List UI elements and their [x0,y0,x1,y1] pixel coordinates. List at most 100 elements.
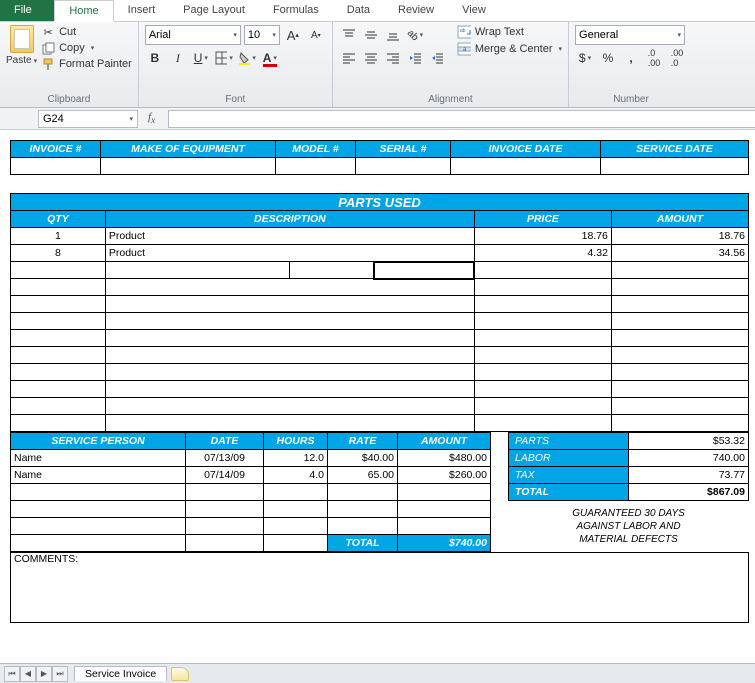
align-right-button[interactable] [383,48,403,68]
font-size-select[interactable]: 10▾ [244,25,280,45]
col-date: DATE [186,433,264,450]
new-sheet-button[interactable] [171,667,189,681]
tab-file[interactable]: File ▾ [0,0,54,21]
comma-format-button[interactable]: , [621,48,641,68]
paste-button[interactable]: Paste▾ [6,55,37,66]
orientation-button[interactable]: ab▾ [405,25,425,45]
borders-button[interactable]: ▾ [214,48,234,68]
active-cell[interactable] [374,262,474,279]
formula-input[interactable] [168,110,755,128]
group-label-clipboard: Clipboard [6,93,132,106]
prev-sheet-button[interactable]: ◀ [20,666,36,682]
group-font: Arial▾ 10▾ A▴ A▾ B I U▾ ▾ ▾ A▾ Font [139,22,333,107]
table-row[interactable] [11,296,749,313]
merge-center-button[interactable]: a Merge & Center▾ [457,42,562,56]
align-bottom-button[interactable] [383,25,403,45]
group-alignment: ab▾ ab Wrap Text a Merge & Center▾ [333,22,569,107]
tab-review[interactable]: Review [384,0,448,21]
number-format-select[interactable]: General▾ [575,25,685,45]
invoice-data-row[interactable] [11,158,749,175]
tab-formulas[interactable]: Formulas [259,0,333,21]
font-color-button[interactable]: A▾ [260,48,280,68]
merge-icon: a [457,42,471,56]
table-row[interactable] [11,262,749,279]
scissors-icon: ✂ [41,25,55,39]
increase-decimal-button[interactable]: .0.00 [644,48,664,68]
table-row[interactable] [11,347,749,364]
bold-button[interactable]: B [145,48,165,68]
wrap-text-button[interactable]: ab Wrap Text [457,25,562,39]
summary-parts-value: $53.32 [629,433,749,450]
align-middle-button[interactable] [361,25,381,45]
decrease-font-button[interactable]: A▾ [306,25,326,45]
comments-cell[interactable]: COMMENTS: [11,553,749,623]
sheet-tab-service-invoice[interactable]: Service Invoice [74,666,167,681]
table-row[interactable]: TOTAL $867.09 [11,484,749,501]
col-service-date: SERVICE DATE [601,141,749,158]
tab-page-layout[interactable]: Page Layout [169,0,259,21]
underline-button[interactable]: U▾ [191,48,211,68]
col-rate: RATE [328,433,398,450]
col-model: MODEL # [276,141,356,158]
fill-color-button[interactable]: ▾ [237,48,257,68]
table-row[interactable]: Name 07/14/09 4.0 65.00 $260.00 TAX 73.7… [11,467,749,484]
fx-icon[interactable]: fx [148,111,162,125]
decrease-decimal-button[interactable]: .00.0 [667,48,687,68]
paste-icon[interactable] [10,25,34,53]
table-row[interactable] [11,381,749,398]
decrease-indent-button[interactable] [405,48,425,68]
last-sheet-button[interactable]: ⏭ [52,666,68,682]
next-sheet-button[interactable]: ▶ [36,666,52,682]
increase-font-button[interactable]: A▴ [283,25,303,45]
summary-labor-label: LABOR [509,450,629,467]
tab-home[interactable]: Home [54,0,113,22]
col-serial: SERIAL # [356,141,451,158]
cut-button[interactable]: ✂ Cut [41,25,132,39]
tab-insert[interactable]: Insert [114,0,170,21]
table-row[interactable]: Name 07/13/09 12.0 $40.00 $480.00 LABOR … [11,450,749,467]
sheet-tab-bar: ⏮ ◀ ▶ ⏭ Service Invoice [0,663,755,683]
group-label-alignment: Alignment [339,93,562,106]
align-center-button[interactable] [361,48,381,68]
summary-parts-label: PARTS [509,433,629,450]
table-row[interactable]: 8 Product 4.32 34.56 [11,245,749,262]
paintbrush-icon [41,57,55,71]
col-make: MAKE OF EQUIPMENT [101,141,276,158]
table-row[interactable] [11,415,749,432]
table-row[interactable] [11,398,749,415]
parts-title: PARTS USED [11,194,749,211]
font-name-select[interactable]: Arial▾ [145,25,241,45]
italic-button[interactable]: I [168,48,188,68]
parts-table: PARTS USED QTY DESCRIPTION PRICE AMOUNT … [10,193,749,432]
tab-data[interactable]: Data [333,0,384,21]
wrap-text-icon: ab [457,25,471,39]
summary-total-value: $867.09 [629,484,749,501]
ribbon-tabs: File ▾ Home Insert Page Layout Formulas … [0,0,755,22]
format-painter-button[interactable]: Format Painter [41,57,132,71]
name-box[interactable]: G24▾ [38,110,138,128]
worksheet[interactable]: INVOICE # MAKE OF EQUIPMENT MODEL # SERI… [0,130,755,623]
table-row[interactable] [11,330,749,347]
formula-bar: G24▾ fx [0,108,755,130]
col-qty: QTY [11,211,106,228]
accounting-format-button[interactable]: $▾ [575,48,595,68]
guarantee-text: GUARANTEED 30 DAYSAGAINST LABOR ANDMATER… [509,501,749,552]
copy-button[interactable]: Copy▾ [41,41,132,55]
summary-tax-label: TAX [509,467,629,484]
group-number: General▾ $▾ % , .0.00 .00.0 Number [569,22,693,107]
tab-view[interactable]: View [448,0,500,21]
col-amount: AMOUNT [611,211,748,228]
align-left-button[interactable] [339,48,359,68]
summary-tax-value: 73.77 [629,467,749,484]
percent-format-button[interactable]: % [598,48,618,68]
table-row[interactable]: GUARANTEED 30 DAYSAGAINST LABOR ANDMATER… [11,501,749,518]
table-row[interactable] [11,364,749,381]
first-sheet-button[interactable]: ⏮ [4,666,20,682]
increase-indent-button[interactable] [427,48,447,68]
table-row[interactable] [11,313,749,330]
table-row[interactable]: 1 Product 18.76 18.76 [11,228,749,245]
table-row[interactable] [11,279,749,296]
align-top-button[interactable] [339,25,359,45]
invoice-header-table: INVOICE # MAKE OF EQUIPMENT MODEL # SERI… [10,140,749,175]
col-svc-amount: AMOUNT [398,433,491,450]
